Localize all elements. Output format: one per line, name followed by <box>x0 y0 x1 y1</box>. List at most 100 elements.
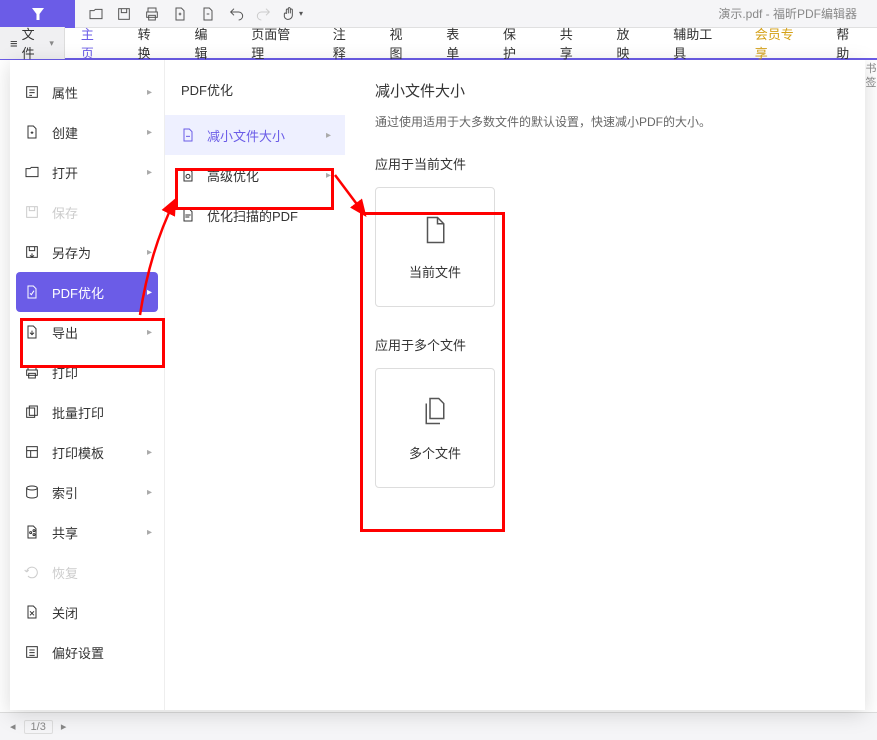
prev-page-icon[interactable]: ◂ <box>10 720 16 733</box>
chevron-right-icon: ▸ <box>326 130 331 141</box>
chevron-right-icon: ▸ <box>147 527 152 538</box>
optimize-icon <box>22 282 42 302</box>
chevron-right-icon: ▸ <box>326 170 331 181</box>
sidebar-item-preferences[interactable]: 偏好设置 <box>10 632 164 672</box>
sidebar-item-saveas[interactable]: 另存为 ▸ <box>10 232 164 272</box>
open-folder-icon <box>22 162 42 182</box>
sidebar-label: 关闭 <box>52 603 78 622</box>
sidebar-item-batchprint[interactable]: 批量打印 <box>10 392 164 432</box>
files-icon <box>419 395 451 427</box>
submenu-label: 减小文件大小 <box>207 126 285 145</box>
redo-icon[interactable] <box>251 1 277 27</box>
sidebar-item-restore: 恢复 <box>10 552 164 592</box>
preferences-icon <box>22 642 42 662</box>
save-disk-icon <box>22 202 42 222</box>
page-remove-icon[interactable] <box>195 1 221 27</box>
sidebar-label: 创建 <box>52 123 78 142</box>
submenu-reduce-size[interactable]: 减小文件大小 ▸ <box>165 115 345 155</box>
content-panel: 减小文件大小 通过使用适用于大多数文件的默认设置，快速减小PDF的大小。 应用于… <box>345 60 865 710</box>
menu-file-button[interactable]: ≡ 文件 ▾ <box>0 27 65 59</box>
save-icon[interactable] <box>111 1 137 27</box>
card-current-file[interactable]: 当前文件 <box>375 187 495 307</box>
menu-comment[interactable]: 注释 <box>317 27 374 59</box>
printer-icon <box>22 362 42 382</box>
sidebar-item-export[interactable]: 导出 ▸ <box>10 312 164 352</box>
print-icon[interactable] <box>139 1 165 27</box>
menu-home[interactable]: 主页 <box>65 27 122 59</box>
chevron-right-icon: ▸ <box>147 327 152 338</box>
sidebar-label: 另存为 <box>52 243 91 262</box>
hand-icon[interactable]: ▾ <box>279 1 305 27</box>
file-sidebar: 属性 ▸ 创建 ▸ 打开 ▸ 保存 另存为 ▸ PDF优化 ▸ <box>10 60 165 710</box>
menu-accessibility[interactable]: 辅助工具 <box>657 27 739 59</box>
file-menu-label: 文件 <box>22 24 46 62</box>
open-icon[interactable] <box>83 1 109 27</box>
card-label: 当前文件 <box>409 262 461 281</box>
content-title: 减小文件大小 <box>375 80 835 101</box>
sidebar-item-create[interactable]: 创建 ▸ <box>10 112 164 152</box>
sidebar-item-open[interactable]: 打开 ▸ <box>10 152 164 192</box>
submenu-label: 高级优化 <box>207 166 259 185</box>
menu-form[interactable]: 表单 <box>430 27 487 59</box>
content-description: 通过使用适用于大多数文件的默认设置，快速减小PDF的大小。 <box>375 113 835 130</box>
sidebar-item-save: 保存 <box>10 192 164 232</box>
menu-share[interactable]: 共享 <box>544 27 601 59</box>
sidebar-item-properties[interactable]: 属性 ▸ <box>10 72 164 112</box>
menu-organize[interactable]: 页面管理 <box>235 27 317 59</box>
file-icon <box>419 214 451 246</box>
advanced-icon <box>179 166 197 184</box>
sidebar-label: 打印 <box>52 363 78 382</box>
sidebar-item-print[interactable]: 打印 <box>10 352 164 392</box>
chevron-right-icon: ▸ <box>147 247 152 258</box>
logo-icon <box>29 5 47 23</box>
menu-vip[interactable]: 会员专享 <box>739 27 821 59</box>
sidebar-item-close[interactable]: 关闭 <box>10 592 164 632</box>
sidebar-label: 属性 <box>52 83 78 102</box>
menu-present[interactable]: 放映 <box>601 27 658 59</box>
export-icon <box>22 322 42 342</box>
document-title: 演示.pdf - 福昕PDF编辑器 <box>718 5 857 22</box>
chevron-right-icon: ▸ <box>147 487 152 498</box>
sidebar-label: 偏好设置 <box>52 643 104 662</box>
sidebar-item-share[interactable]: 共享 ▸ <box>10 512 164 552</box>
scan-icon <box>179 206 197 224</box>
chevron-down-icon: ▾ <box>49 38 54 49</box>
page-indicator[interactable]: 1/3 <box>24 720 53 734</box>
page-add-icon[interactable] <box>167 1 193 27</box>
reduce-icon <box>179 126 197 144</box>
menu-bar: ≡ 文件 ▾ 主页 转换 编辑 页面管理 注释 视图 表单 保护 共享 放映 辅… <box>0 28 877 60</box>
template-icon <box>22 442 42 462</box>
submenu-panel: PDF优化 减小文件大小 ▸ 高级优化 ▸ 优化扫描的PDF <box>165 60 345 710</box>
chevron-right-icon: ▸ <box>147 167 152 178</box>
right-edge-tabs[interactable]: 书 签 <box>865 62 877 142</box>
status-bar: ◂ 1/3 ▸ <box>0 712 877 740</box>
create-icon <box>22 122 42 142</box>
chevron-right-icon: ▸ <box>147 127 152 138</box>
file-dropdown-panel: 属性 ▸ 创建 ▸ 打开 ▸ 保存 另存为 ▸ PDF优化 ▸ <box>10 60 865 710</box>
sidebar-label: 打开 <box>52 163 78 182</box>
restore-icon <box>22 562 42 582</box>
chevron-right-icon: ▸ <box>147 447 152 458</box>
sidebar-item-index[interactable]: 索引 ▸ <box>10 472 164 512</box>
close-doc-icon <box>22 602 42 622</box>
submenu-optimize-scanned[interactable]: 优化扫描的PDF <box>165 195 345 235</box>
card-multiple-files[interactable]: 多个文件 <box>375 368 495 488</box>
index-icon <box>22 482 42 502</box>
menu-edit[interactable]: 编辑 <box>178 27 235 59</box>
sidebar-label: PDF优化 <box>52 283 104 302</box>
sidebar-label: 打印模板 <box>52 443 104 462</box>
menu-view[interactable]: 视图 <box>373 27 430 59</box>
sidebar-item-printtemplate[interactable]: 打印模板 ▸ <box>10 432 164 472</box>
top-toolbar: ▾ 演示.pdf - 福昕PDF编辑器 <box>0 0 877 28</box>
submenu-advanced-optimize[interactable]: 高级优化 ▸ <box>165 155 345 195</box>
undo-icon[interactable] <box>223 1 249 27</box>
sidebar-label: 保存 <box>52 203 78 222</box>
menu-help[interactable]: 帮助 <box>820 27 877 59</box>
menu-protect[interactable]: 保护 <box>487 27 544 59</box>
sidebar-label: 导出 <box>52 323 78 342</box>
card-label: 多个文件 <box>409 443 461 462</box>
menu-convert[interactable]: 转换 <box>122 27 179 59</box>
batch-print-icon <box>22 402 42 422</box>
next-page-icon[interactable]: ▸ <box>61 720 67 733</box>
sidebar-item-pdfoptimize[interactable]: PDF优化 ▸ <box>16 272 158 312</box>
